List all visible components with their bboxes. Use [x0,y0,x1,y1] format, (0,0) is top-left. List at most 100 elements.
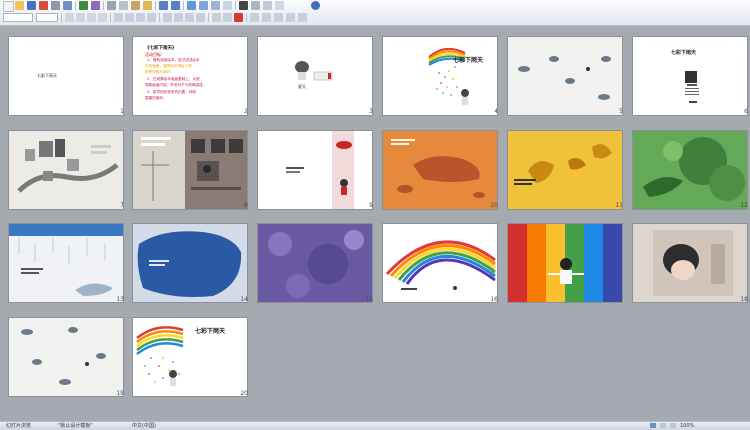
slide-14[interactable] [132,223,248,303]
italic-icon[interactable] [76,13,85,22]
slide-sorter-view-icon[interactable] [660,423,666,428]
slide-number: 1 [120,108,124,115]
transition-icon[interactable] [298,13,307,22]
slide-16[interactable] [382,223,498,303]
slide-number: 4 [494,108,498,115]
new-icon[interactable] [3,1,14,12]
slide-number: 9 [369,202,373,209]
increase-font-icon[interactable] [185,13,194,22]
color-grayscale-icon[interactable] [239,1,248,10]
slide-8-illustration [141,131,247,209]
distributed-icon[interactable] [147,13,156,22]
open-icon[interactable] [15,1,24,10]
bold-icon[interactable] [65,13,74,22]
slide-9-illustration [286,131,354,209]
increase-indent-icon[interactable] [223,13,232,22]
slide-number: 7 [120,202,124,209]
normal-view-icon[interactable] [650,423,656,428]
decrease-indent-icon[interactable] [212,13,221,22]
preview-icon[interactable] [63,1,72,10]
standard-toolbar [0,1,750,12]
slide-3-caption: 夏天 [298,84,306,89]
tables-borders-icon[interactable] [211,1,220,10]
slide-7[interactable] [8,130,124,210]
slide-6[interactable]: 七彩下雨天 [632,36,748,116]
format-painter-icon[interactable] [143,1,152,10]
slide-2-line: 奇思妙想与美好。 [145,70,174,74]
slide-number: 5 [619,108,623,115]
slide-sorter: 七彩下雨天 1 《七彩下雨天》 活动目标： 1、借助阅读绘本，尝试讲述绘本 中的… [0,26,750,421]
slide-number: 10 [490,202,498,209]
slide-20[interactable]: 七彩下雨天 [132,317,248,397]
expand-icon[interactable] [251,1,260,10]
new-slide-icon[interactable] [223,1,232,10]
slide-9[interactable] [257,130,373,210]
slide-19[interactable] [8,317,124,397]
decrease-font-icon[interactable] [196,13,205,22]
slide-3[interactable]: 夏天 [257,36,373,116]
slide-2-line: 2、在观察绘本画面基础上，大胆 [147,77,200,81]
grid-icon[interactable] [263,1,272,10]
slide-17[interactable] [507,223,623,303]
slide-number: 12 [740,202,748,209]
slide-15[interactable] [257,223,373,303]
slide-number: 19 [116,390,124,397]
slide-1-title: 七彩下雨天 [37,73,57,78]
slideshow-view-icon[interactable] [670,423,676,428]
slide-number: 3 [369,108,373,115]
save-icon[interactable] [27,1,36,10]
slide-5[interactable] [507,36,623,116]
font-color-icon[interactable] [234,13,243,22]
permission-icon[interactable] [39,1,48,10]
research-icon[interactable] [91,1,100,10]
slide-1[interactable]: 七彩下雨天 [8,36,124,116]
slide-18[interactable] [632,223,748,303]
paste-icon[interactable] [131,1,140,10]
slide-2-line: 1、借助阅读绘本，尝试讲述绘本 [147,58,200,62]
align-left-icon[interactable] [114,13,123,22]
underline-icon[interactable] [87,13,96,22]
slide-layout-icon[interactable] [274,13,283,22]
help-icon[interactable] [311,1,320,10]
table-icon[interactable] [199,1,208,10]
slide-4-title: 七彩下雨天 [453,57,484,64]
slide-11[interactable] [507,130,623,210]
redo-icon[interactable] [171,1,180,10]
slide-2-line: 3、愿意色彩带来的乐趣，体验 [147,90,197,94]
zoom-icon[interactable] [275,1,284,10]
slide-number: 8 [244,202,248,209]
slide-12[interactable] [632,130,748,210]
align-center-icon[interactable] [125,13,134,22]
new-slide-small-icon[interactable] [262,13,271,22]
slide-2-line: 中的画面，感受色彩带给人的 [145,64,192,68]
shadow-icon[interactable] [98,13,107,22]
chart-icon[interactable] [187,1,196,10]
animation-icon[interactable] [286,13,295,22]
slide-12-illustration [633,131,747,209]
spelling-icon[interactable] [79,1,88,10]
slide-number: 20 [240,390,248,397]
slide-10-illustration [383,131,497,209]
font-size-box[interactable] [36,13,58,22]
slide-15-illustration [258,224,372,302]
align-right-icon[interactable] [136,13,145,22]
formatting-toolbar [0,13,750,24]
slide-number: 11 [615,202,623,209]
cut-icon[interactable] [107,1,116,10]
copy-icon[interactable] [119,1,128,10]
slide-5-illustration [518,56,611,100]
slide-13[interactable] [8,223,124,303]
print-icon[interactable] [51,1,60,10]
slide-2-line: 童趣的美好。 [145,96,167,100]
slide-number: 17 [615,296,623,303]
slide-2[interactable]: 《七彩下雨天》 活动目标： 1、借助阅读绘本，尝试讲述绘本 中的画面，感受色彩带… [132,36,248,116]
font-name-box[interactable] [3,13,33,22]
slide-number: 6 [744,108,748,115]
slide-8[interactable] [132,130,248,210]
design-icon[interactable] [250,13,259,22]
slide-4[interactable]: 七彩下雨天 [382,36,498,116]
undo-icon[interactable] [159,1,168,10]
slide-10[interactable] [382,130,498,210]
bullets-icon[interactable] [174,13,183,22]
numbering-icon[interactable] [163,13,172,22]
